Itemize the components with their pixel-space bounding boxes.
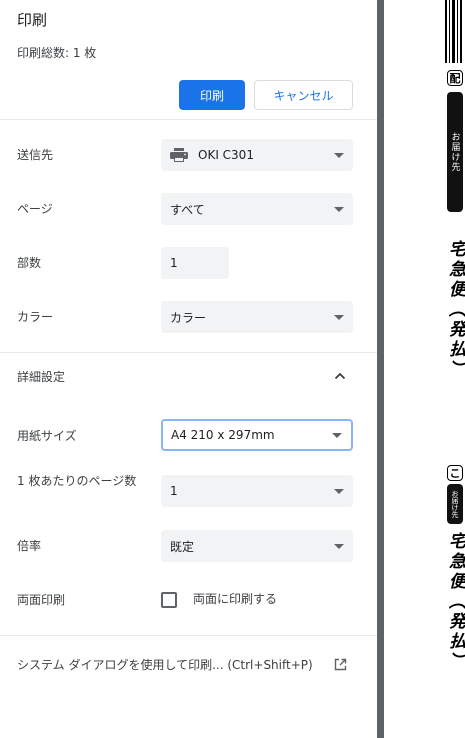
printer-icon — [170, 148, 188, 162]
chevron-down-icon — [334, 315, 344, 320]
print-button[interactable]: 印刷 — [179, 80, 245, 110]
open-external-icon[interactable] — [334, 658, 347, 671]
copies-input[interactable] — [161, 247, 229, 279]
sheet-count: 印刷総数: 1 枚 — [17, 46, 97, 60]
paper-size-label: 用紙サイズ — [17, 429, 77, 443]
print-preview: 配 お届け先 宅急便（発払） こ お届け先 宅急便（発払） — [384, 0, 465, 738]
chevron-down-icon — [332, 433, 342, 438]
scale-select[interactable]: 既定 — [161, 530, 353, 562]
chevron-down-icon — [334, 207, 344, 212]
chevron-down-icon — [334, 544, 344, 549]
scale-label: 倍率 — [17, 539, 42, 553]
divider — [0, 352, 377, 353]
duplex-label: 両面印刷 — [17, 593, 66, 607]
destination-select[interactable]: OKI C301 — [161, 139, 353, 171]
duplex-checkbox-label[interactable]: 両面に印刷する — [193, 590, 277, 607]
pages-value: すべて — [170, 202, 205, 217]
scale-value: 既定 — [170, 539, 195, 554]
paper-size-value: A4 210 x 297mm — [171, 428, 275, 442]
pages-per-sheet-select[interactable]: 1 — [161, 475, 353, 507]
color-select[interactable]: カラー — [161, 301, 353, 333]
divider — [0, 635, 377, 636]
preview-destination-pill: お届け先 — [447, 484, 463, 524]
preview-destination-pill: お届け先 — [447, 92, 463, 212]
print-settings-panel: 印刷 印刷総数: 1 枚 印刷 キャンセル 送信先 OKI C301 ページ す… — [0, 0, 377, 738]
pages-label: ページ — [17, 202, 53, 216]
chevron-down-icon — [334, 153, 344, 158]
preview-service-text: 宅急便（発払） — [445, 240, 465, 380]
destination-value: OKI C301 — [198, 148, 254, 162]
preview-box-label: こ — [447, 465, 463, 481]
scrollbar[interactable] — [377, 0, 384, 738]
destination-label: 送信先 — [17, 148, 54, 162]
color-value: カラー — [170, 310, 207, 325]
pages-per-sheet-label: 1 枚あたりのページ数 — [17, 474, 137, 488]
chevron-up-icon[interactable] — [334, 371, 346, 381]
dialog-title: 印刷 — [17, 11, 48, 29]
color-label: カラー — [17, 310, 54, 324]
duplex-checkbox[interactable] — [161, 592, 177, 608]
preview-box-label: 配 — [447, 70, 463, 86]
copies-label: 部数 — [17, 256, 42, 270]
pages-per-sheet-value: 1 — [170, 484, 178, 498]
cancel-button[interactable]: キャンセル — [254, 80, 353, 110]
advanced-settings-label[interactable]: 詳細設定 — [17, 368, 65, 386]
barcode-graphic — [445, 0, 464, 63]
paper-size-select[interactable]: A4 210 x 297mm — [161, 419, 353, 451]
preview-service-text: 宅急便（発払） — [445, 532, 465, 672]
chevron-down-icon — [334, 489, 344, 494]
pages-select[interactable]: すべて — [161, 193, 353, 225]
system-dialog-link[interactable]: システム ダイアログを使用して印刷... (Ctrl+Shift+P) — [17, 656, 313, 673]
divider — [0, 119, 377, 120]
